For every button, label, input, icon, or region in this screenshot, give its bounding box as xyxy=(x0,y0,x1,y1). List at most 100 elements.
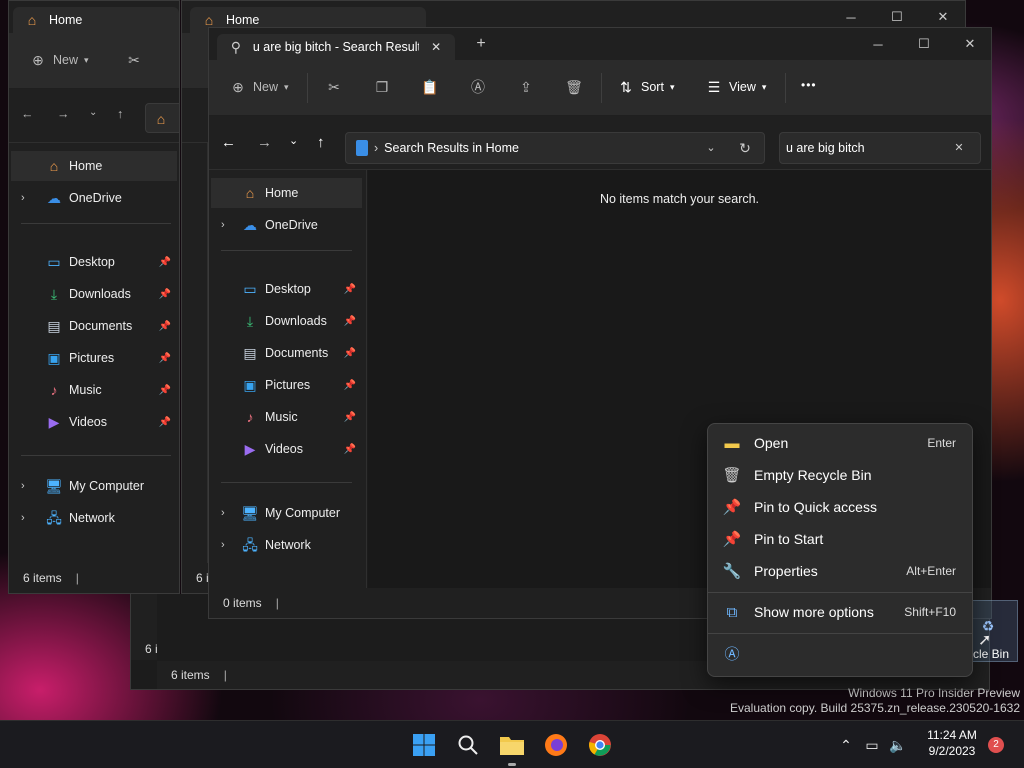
pin-icon[interactable]: 📌 xyxy=(159,257,171,268)
copy-icon: ❐ xyxy=(375,79,389,95)
tab-bar: ⚲ u are big bitch - Search Result ✕ + ─ … xyxy=(209,28,991,60)
minimize-button[interactable]: ─ xyxy=(855,28,901,60)
divider xyxy=(221,482,352,483)
watermark-line-1: Windows 11 Pro Insider Preview xyxy=(848,686,1020,700)
up-button[interactable]: ↑ xyxy=(317,134,325,151)
notification-badge[interactable]: 2 xyxy=(988,737,1004,753)
nav-item-onedrive[interactable]: › ☁ OneDrive xyxy=(211,210,362,240)
back-button[interactable]: ← xyxy=(21,107,34,121)
network-icon: 🖧 xyxy=(242,537,258,553)
divider xyxy=(221,250,352,251)
chrome-taskbar-button[interactable] xyxy=(584,729,616,761)
nav-item-pictures[interactable]: ▣ Pictures 📌 xyxy=(11,343,177,373)
nav-item-my-computer[interactable]: › 🖥 My Computer xyxy=(11,471,177,501)
pin-icon[interactable]: 📌 xyxy=(159,353,171,364)
recent-button[interactable]: ⌄ xyxy=(289,134,298,147)
delete-button[interactable]: 🗑 xyxy=(565,78,583,96)
nav-item-documents[interactable]: ▤ Documents 📌 xyxy=(211,338,362,368)
nav-item-network[interactable]: › 🖧 Network xyxy=(11,503,177,533)
menu-item-properties[interactable]: 🔧 Properties Alt+Enter xyxy=(712,556,968,586)
chevron-down-icon[interactable]: ⌄ xyxy=(702,139,720,157)
copy-button[interactable]: ❐ xyxy=(373,78,391,96)
pin-icon[interactable]: 📌 xyxy=(344,380,356,391)
address-bar[interactable]: ⌂ xyxy=(145,103,179,133)
back-button[interactable]: ← xyxy=(221,134,236,151)
nav-item-documents[interactable]: ▤ Documents 📌 xyxy=(11,311,177,341)
close-tab-icon[interactable]: ✕ xyxy=(427,38,445,56)
nav-item-music[interactable]: ♪ Music 📌 xyxy=(11,375,177,405)
clear-search-icon[interactable]: ✕ xyxy=(950,139,968,157)
chevron-down-icon: ▾ xyxy=(761,81,767,92)
pin-icon[interactable]: 📌 xyxy=(344,412,356,423)
menu-item-pin-start[interactable]: 📌 Pin to Start xyxy=(712,524,968,554)
forward-button[interactable]: → xyxy=(57,107,70,121)
cut-button[interactable]: ✂ xyxy=(125,51,143,69)
firefox-taskbar-button[interactable] xyxy=(540,729,572,761)
nav-item-downloads[interactable]: ⤓ Downloads 📌 xyxy=(11,279,177,309)
paste-button[interactable]: 📋 xyxy=(421,78,439,96)
nav-item-desktop[interactable]: ▭ Desktop 📌 xyxy=(11,247,177,277)
up-button[interactable]: ↑ xyxy=(117,107,123,121)
network-status-icon[interactable]: ▭ xyxy=(862,729,882,761)
start-button[interactable] xyxy=(408,729,440,761)
desktop-icon: ▭ xyxy=(47,254,61,270)
nav-item-pictures[interactable]: ▣ Pictures 📌 xyxy=(211,370,362,400)
new-button[interactable]: ⊕ New ▾ xyxy=(29,51,88,69)
nav-item-music[interactable]: ♪ Music 📌 xyxy=(211,402,362,432)
view-button[interactable]: ☰ View ▾ xyxy=(705,78,767,96)
address-bar[interactable]: › Search Results in Home ⌄ ↻ xyxy=(345,132,765,164)
new-button[interactable]: ⊕ New ▾ xyxy=(229,78,289,96)
menu-item-ai-action[interactable]: Ⓐ xyxy=(712,639,968,669)
pin-icon[interactable]: 📌 xyxy=(344,444,356,455)
sort-button[interactable]: ⇅ Sort ▾ xyxy=(617,78,674,96)
new-tab-button[interactable]: + xyxy=(459,28,503,60)
close-button[interactable]: ✕ xyxy=(947,28,991,60)
pin-icon[interactable]: 📌 xyxy=(344,316,356,327)
nav-item-desktop[interactable]: ▭ Desktop 📌 xyxy=(211,274,362,304)
pin-icon[interactable]: 📌 xyxy=(159,289,171,300)
cut-button[interactable]: ✂ xyxy=(325,78,343,96)
file-explorer-taskbar-button[interactable] xyxy=(496,729,528,761)
menu-item-open[interactable]: ▬ Open Enter xyxy=(712,428,968,458)
plus-circle-icon: ⊕ xyxy=(32,52,44,68)
menu-item-empty-recycle-bin[interactable]: 🗑 Empty Recycle Bin xyxy=(712,460,968,490)
pin-icon[interactable]: 📌 xyxy=(344,348,356,359)
chevron-down-icon: ▾ xyxy=(284,81,289,92)
menu-item-pin-quick-access[interactable]: 📌 Pin to Quick access xyxy=(712,492,968,522)
search-box[interactable]: u are big bitch ✕ xyxy=(779,132,981,164)
clock[interactable]: 11:24 AM 9/2/2023 xyxy=(920,727,984,759)
nav-item-my-computer[interactable]: › 🖥 My Computer xyxy=(211,498,362,528)
tab-home[interactable]: ⌂ Home xyxy=(13,7,179,33)
nav-item-videos[interactable]: ▶ Videos 📌 xyxy=(211,434,362,464)
more-options-button[interactable]: ••• xyxy=(801,78,817,92)
pin-icon[interactable]: 📌 xyxy=(159,417,171,428)
nav-item-home[interactable]: ⌂ Home xyxy=(211,178,362,208)
pin-icon[interactable]: 📌 xyxy=(159,385,171,396)
nav-item-downloads[interactable]: ⤓ Downloads 📌 xyxy=(211,306,362,336)
computer-icon: 🖥 xyxy=(45,478,63,494)
search-input[interactable]: u are big bitch xyxy=(786,141,865,155)
refresh-icon[interactable]: ↻ xyxy=(736,139,754,157)
show-hidden-icons-button[interactable]: ⌃ xyxy=(830,729,862,761)
context-menu: ▬ Open Enter 🗑 Empty Recycle Bin 📌 Pin to Qu… xyxy=(707,423,973,677)
empty-message: No items match your search. xyxy=(599,192,760,206)
nav-item-home[interactable]: ⌂ Home xyxy=(11,151,177,181)
rename-button[interactable]: Ⓐ xyxy=(469,78,487,96)
search-taskbar-button[interactable] xyxy=(452,729,484,761)
download-icon: ⤓ xyxy=(50,286,58,302)
volume-icon[interactable]: 🔈 xyxy=(888,729,908,761)
desktop-icon: ▭ xyxy=(243,281,257,297)
forward-button[interactable]: → xyxy=(257,134,272,151)
recent-button[interactable]: ⌄ xyxy=(89,107,97,118)
share-button[interactable]: ⇪ xyxy=(517,78,535,96)
breadcrumb[interactable]: Search Results in Home xyxy=(384,141,519,155)
menu-item-show-more-options[interactable]: ⧉ Show more options Shift+F10 xyxy=(712,597,968,627)
maximize-button[interactable]: ☐ xyxy=(901,28,947,60)
nav-item-onedrive[interactable]: › ☁ OneDrive xyxy=(11,183,177,213)
tab-search-results[interactable]: ⚲ u are big bitch - Search Result ✕ xyxy=(217,34,455,60)
pin-icon[interactable]: 📌 xyxy=(344,284,356,295)
nav-item-network[interactable]: › 🖧 Network xyxy=(211,530,362,560)
pin-icon[interactable]: 📌 xyxy=(159,321,171,332)
nav-item-videos[interactable]: ▶ Videos 📌 xyxy=(11,407,177,437)
divider xyxy=(21,455,171,456)
